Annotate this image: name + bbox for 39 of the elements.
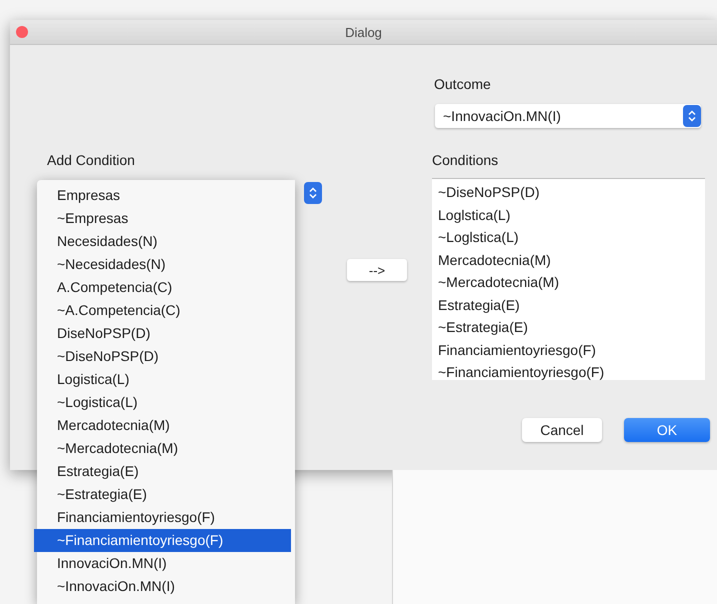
ok-button[interactable]: OK xyxy=(624,418,710,442)
stepper-icon xyxy=(688,110,696,122)
list-item[interactable]: Estrategia(E) xyxy=(438,294,520,316)
dropdown-stepper[interactable] xyxy=(304,182,322,204)
close-button[interactable] xyxy=(16,26,28,38)
menu-item[interactable]: Financiamientoyriesgo(F) xyxy=(34,506,291,529)
menu-item[interactable]: ~Logistica(L) xyxy=(34,391,291,414)
menu-item[interactable]: ~Empresas xyxy=(34,207,291,230)
menu-item[interactable]: ~Mercadotecnia(M) xyxy=(34,437,291,460)
add-button[interactable]: --> xyxy=(347,259,407,281)
menu-item[interactable]: Estrategia(E) xyxy=(34,460,291,483)
menu-item[interactable]: InnovaciOn.MN(I) xyxy=(34,552,291,575)
menu-item[interactable]: ~Estrategia(E) xyxy=(34,483,291,506)
cancel-button[interactable]: Cancel xyxy=(522,418,602,442)
window-title: Dialog xyxy=(345,24,382,40)
menu-item[interactable]: Empresas xyxy=(34,184,291,207)
menu-item[interactable]: ~Necesidades(N) xyxy=(34,253,291,276)
list-item[interactable]: Loglstica(L) xyxy=(438,204,510,226)
menu-item[interactable]: A.Competencia(C) xyxy=(34,276,291,299)
menu-item[interactable]: ~A.Competencia(C) xyxy=(34,299,291,322)
list-item[interactable]: ~Loglstica(L) xyxy=(438,226,519,248)
menu-item[interactable]: Mercadotecnia(M) xyxy=(34,414,291,437)
list-item[interactable]: ~DiseNoPSP(D) xyxy=(438,181,540,204)
list-item[interactable]: ~Estrategia(E) xyxy=(438,316,528,338)
list-item[interactable]: Mercadotecnia(M) xyxy=(438,248,551,271)
menu-item[interactable]: DiseNoPSP(D) xyxy=(34,322,291,345)
menu-item[interactable]: Necesidades(N) xyxy=(34,230,291,253)
menu-item[interactable]: ~DiseNoPSP(D) xyxy=(34,345,291,368)
field-label: Add Condition xyxy=(47,152,135,168)
list-item[interactable]: Financiamientoyriesgo(F) xyxy=(438,338,596,361)
stepper-icon xyxy=(309,187,317,199)
list-item[interactable]: ~Mercadotecnia(M) xyxy=(438,271,559,294)
list-item[interactable]: ~Financiamientoyriesgo(F) xyxy=(438,361,604,384)
menu-item[interactable]: ~InnovaciOn.MN(I) xyxy=(34,575,291,598)
menu-item[interactable]: ~Financiamientoyriesgo(F) xyxy=(34,529,291,552)
field-label: Outcome xyxy=(434,76,491,92)
field-label: Conditions xyxy=(432,152,498,168)
menu-item[interactable]: Logistica(L) xyxy=(34,368,291,391)
outcome-dropdown[interactable]: ~InnovaciOn.MN(I) xyxy=(435,104,701,128)
